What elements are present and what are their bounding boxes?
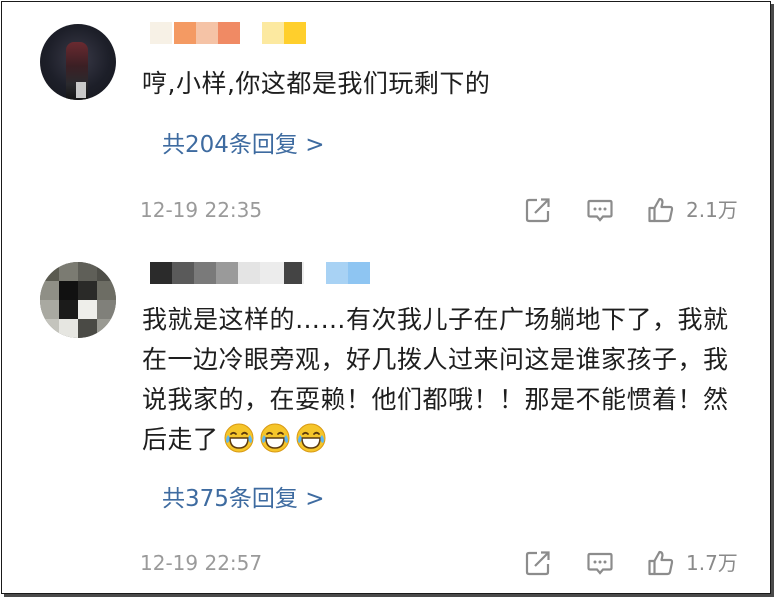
share-icon[interactable] <box>524 549 552 577</box>
like-count: 1.7万 <box>686 551 738 575</box>
comment-meta: 12-19 22:57 1.7万 <box>2 546 772 580</box>
comment-text: 哼,小样,你这都是我们玩剩下的 <box>142 69 491 98</box>
thumbs-up-icon[interactable] <box>647 549 675 577</box>
comment-text: 我就是这样的……有次我儿子在广场躺地下了，我就在一边冷眼旁观，好几拨人过来问这是… <box>142 300 752 460</box>
share-icon[interactable] <box>524 196 552 224</box>
view-replies-link[interactable]: 共204条回复 > <box>162 130 324 160</box>
user-avatar[interactable] <box>40 24 116 100</box>
avatar-figure-detail <box>76 82 86 98</box>
user-avatar[interactable] <box>40 262 116 338</box>
comment-feed: 哼,小样,你这都是我们玩剩下的 共204条回复 > 12-19 22:35 2.… <box>1 1 771 594</box>
timestamp: 12-19 22:57 <box>140 551 263 575</box>
thumbs-up-icon[interactable] <box>647 196 675 224</box>
comment-icon[interactable] <box>586 549 614 577</box>
view-replies-link[interactable]: 共375条回复 > <box>162 484 324 514</box>
laughing-tears-emoji <box>296 423 326 453</box>
like-count: 2.1万 <box>686 198 738 222</box>
comment-icon[interactable] <box>586 196 614 224</box>
comment-meta: 12-19 22:35 2.1万 <box>2 193 772 227</box>
laughing-tears-emoji <box>224 423 254 453</box>
timestamp: 12-19 22:35 <box>140 198 263 222</box>
laughing-tears-emoji <box>260 423 290 453</box>
